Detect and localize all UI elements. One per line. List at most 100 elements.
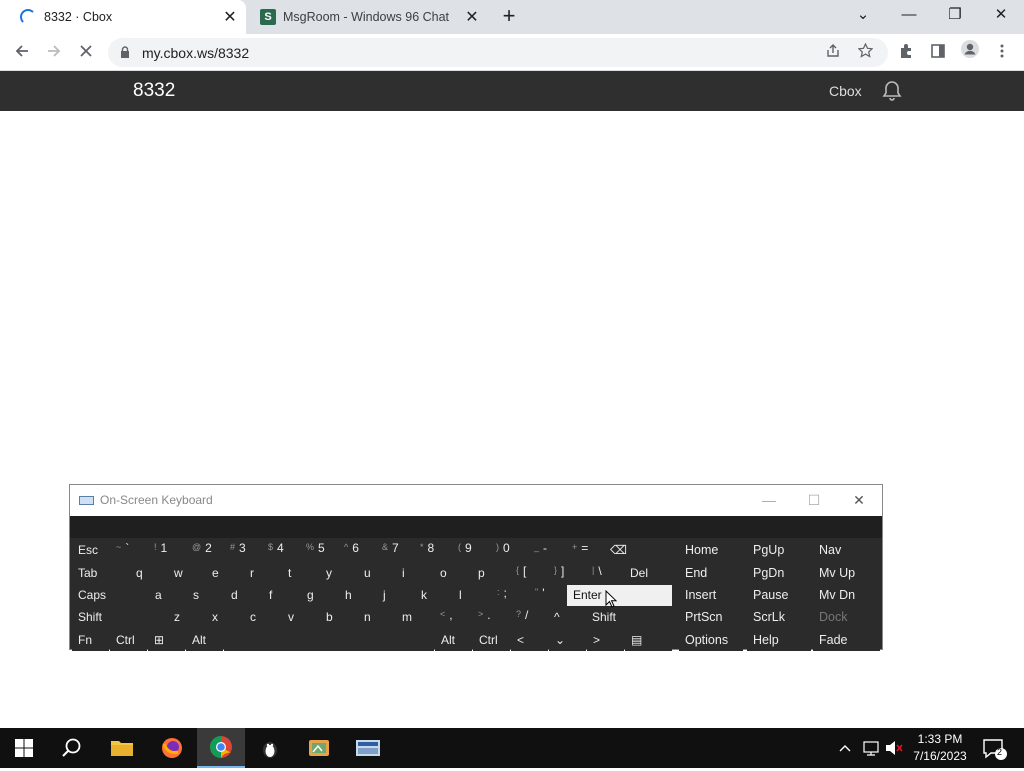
osk-key-end[interactable]: End: [679, 563, 743, 584]
tab-close-icon[interactable]: ✕: [222, 7, 238, 27]
osk-key-insert[interactable]: Insert: [679, 585, 743, 606]
side-panel-icon[interactable]: [924, 39, 952, 67]
osk-key-b[interactable]: b: [320, 607, 357, 628]
osk-key-mvdn[interactable]: Mv Dn: [813, 585, 880, 606]
osk-key-sym[interactable]: }]: [548, 563, 585, 584]
osk-key-ctrl[interactable]: Ctrl: [110, 630, 147, 651]
osk-key-n[interactable]: n: [358, 607, 395, 628]
osk-key-prtscn[interactable]: PrtScn: [679, 607, 743, 628]
osk-key-0[interactable]: ) 0: [490, 540, 527, 561]
taskbar-clock[interactable]: 1:33 PM 7/16/2023: [905, 731, 975, 765]
osk-key-w[interactable]: w: [168, 563, 205, 584]
osk-key-r[interactable]: r: [244, 563, 281, 584]
window-close-button[interactable]: ✕: [978, 0, 1024, 30]
osk-key-pause[interactable]: Pause: [747, 585, 811, 606]
osk-key-f[interactable]: f: [263, 585, 300, 606]
tab-close-icon[interactable]: ✕: [464, 7, 480, 27]
osk-key-options[interactable]: Options: [679, 630, 743, 651]
osk-key-g[interactable]: g: [301, 585, 338, 606]
osk-key-a[interactable]: a: [149, 585, 186, 606]
osk-key-k[interactable]: k: [415, 585, 452, 606]
chrome-button[interactable]: [197, 728, 245, 768]
osk-key-6[interactable]: ^ 6: [338, 540, 375, 561]
osk-key-sym[interactable]: <: [511, 630, 548, 651]
osk-key-o[interactable]: o: [434, 563, 471, 584]
osk-key-z[interactable]: z: [168, 607, 205, 628]
osk-key-sym[interactable]: | \: [586, 563, 623, 584]
osk-key-sym[interactable]: " ': [529, 585, 566, 606]
osk-key-sym[interactable]: >: [587, 630, 624, 651]
tab-search-button[interactable]: ⌄: [840, 0, 886, 30]
firefox-button[interactable]: [148, 728, 196, 768]
osk-key-s[interactable]: s: [187, 585, 224, 606]
back-button[interactable]: [8, 39, 36, 67]
osk-key-alt[interactable]: Alt: [435, 630, 472, 651]
osk-key-sym[interactable]: ▤: [625, 630, 672, 651]
profile-avatar-icon[interactable]: [956, 39, 984, 67]
osk-key-9[interactable]: (9: [452, 540, 489, 561]
osk-key-mvup[interactable]: Mv Up: [813, 563, 880, 584]
minimize-button[interactable]: —: [886, 0, 932, 30]
osk-key-esc[interactable]: Esc: [72, 540, 109, 561]
bookmark-star-icon[interactable]: [854, 42, 876, 64]
new-tab-button[interactable]: +: [498, 5, 520, 27]
osk-key-sym[interactable]: ⌄: [549, 630, 586, 651]
osk-maximize-button[interactable]: ☐: [799, 491, 829, 511]
osk-key-caps[interactable]: Caps: [72, 585, 146, 606]
osk-key-home[interactable]: Home: [679, 540, 743, 561]
osk-key-m[interactable]: m: [396, 607, 433, 628]
osk-key-p[interactable]: p: [472, 563, 509, 584]
osk-key-enter[interactable]: Enter: [567, 585, 672, 606]
osk-key-alt[interactable]: Alt: [186, 630, 223, 651]
osk-key-sym[interactable]: :;: [491, 585, 528, 606]
osk-key-sym[interactable]: >.: [472, 607, 509, 628]
osk-key-sym[interactable]: ? /: [510, 607, 547, 628]
osk-key-e[interactable]: e: [206, 563, 243, 584]
osk-key-tab[interactable]: Tab: [72, 563, 128, 584]
show-hidden-icons-button[interactable]: [838, 728, 856, 768]
osk-key-1[interactable]: ! 1: [148, 540, 185, 561]
app-bear-button[interactable]: [246, 728, 294, 768]
tab-msgroom[interactable]: S MsgRoom - Windows 96 Chat ✕: [248, 0, 488, 34]
osk-key-d[interactable]: d: [225, 585, 262, 606]
osk-key-q[interactable]: q: [130, 563, 167, 584]
osk-key-del[interactable]: Del: [624, 563, 672, 584]
osk-key-c[interactable]: c: [244, 607, 281, 628]
osk-key-7[interactable]: & 7: [376, 540, 413, 561]
osk-key-l[interactable]: l: [453, 585, 490, 606]
osk-key-sym[interactable]: ^: [548, 607, 585, 628]
start-button[interactable]: [0, 728, 48, 768]
osk-key-scrlk[interactable]: ScrLk: [747, 607, 811, 628]
osk-key-sym[interactable]: _ -: [528, 540, 565, 561]
volume-muted-icon[interactable]: [884, 728, 904, 768]
osk-key-sym[interactable]: <,: [434, 607, 471, 628]
osk-key-shift[interactable]: Shift: [72, 607, 165, 628]
osk-key-sym[interactable]: {[: [510, 563, 547, 584]
cbox-brand-link[interactable]: Cbox: [829, 83, 862, 99]
address-bar[interactable]: my.cbox.ws/8332: [108, 38, 888, 67]
osk-key-sym[interactable]: ~ `: [110, 540, 147, 561]
osk-key-h[interactable]: h: [339, 585, 376, 606]
action-center-button[interactable]: 2: [980, 728, 1008, 768]
app-paint-button[interactable]: [295, 728, 343, 768]
search-button[interactable]: [48, 728, 96, 768]
osk-key-y[interactable]: y: [320, 563, 357, 584]
osk-key-x[interactable]: x: [206, 607, 243, 628]
browser-menu-icon[interactable]: [988, 39, 1016, 67]
extensions-icon[interactable]: [892, 39, 920, 67]
osk-key-j[interactable]: j: [377, 585, 414, 606]
forward-button[interactable]: [40, 39, 68, 67]
osk-key-nav[interactable]: Nav: [813, 540, 880, 561]
tab-cbox[interactable]: 8332 · Cbox ✕: [0, 0, 246, 34]
file-explorer-button[interactable]: [98, 728, 146, 768]
osk-key-4[interactable]: $4: [262, 540, 299, 561]
osk-key-shift[interactable]: Shift: [586, 607, 672, 628]
notification-bell-icon[interactable]: [880, 79, 904, 103]
osk-minimize-button[interactable]: —: [754, 491, 784, 511]
osk-key-t[interactable]: t: [282, 563, 319, 584]
osk-key-space[interactable]: [224, 630, 434, 651]
osk-key-sym[interactable]: + =: [566, 540, 603, 561]
app-keyboard-button[interactable]: [344, 728, 392, 768]
osk-key-dock[interactable]: Dock: [813, 607, 880, 628]
osk-key-8[interactable]: * 8: [414, 540, 451, 561]
